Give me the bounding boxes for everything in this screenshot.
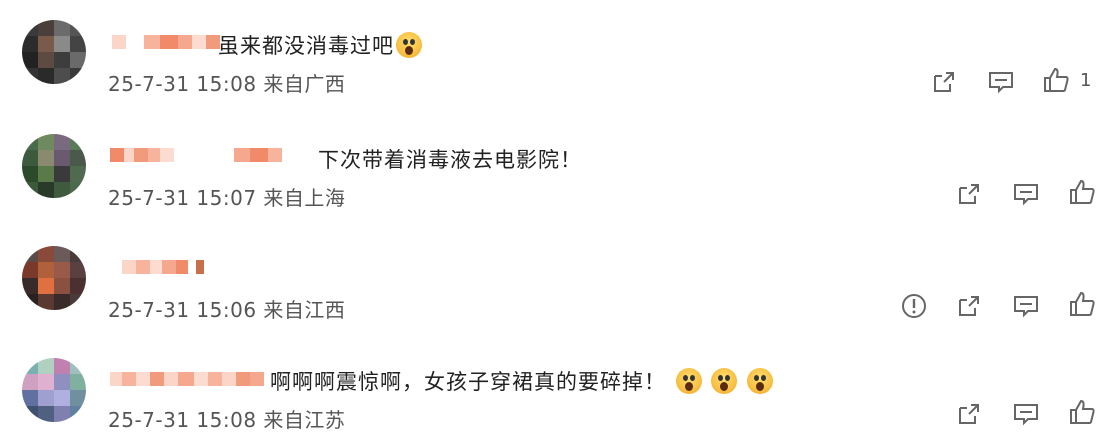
- thumbs-up-icon[interactable]: [1068, 290, 1096, 318]
- username[interactable]: [110, 148, 282, 162]
- comment-icon[interactable]: [1012, 400, 1040, 428]
- comment-text: 下次带着消毒液去电影院！: [318, 148, 582, 172]
- avatar[interactable]: [22, 134, 86, 198]
- username[interactable]: [110, 372, 264, 386]
- scared-emoji-icon: [396, 32, 422, 58]
- comment-meta: 25-7-31 15:08 来自广西: [108, 72, 346, 96]
- comment-text: 虽来都没消毒过吧: [218, 30, 422, 60]
- comment-icon[interactable]: [987, 68, 1015, 96]
- share-icon[interactable]: [930, 68, 958, 96]
- username[interactable]: [122, 260, 204, 274]
- report-icon[interactable]: [900, 292, 928, 320]
- comment-item: 下次带着消毒液去电影院！ 25-7-31 15:07 来自上海: [0, 112, 1118, 222]
- comment-meta: 25-7-31 15:06 来自江西: [108, 298, 346, 322]
- comment-item: 虽来都没消毒过吧 25-7-31 15:08 来自广西 1: [0, 0, 1118, 110]
- avatar[interactable]: [22, 358, 86, 422]
- comment-item: 25-7-31 15:06 来自江西: [0, 224, 1118, 334]
- comment-meta: 25-7-31 15:08 来自江苏: [108, 408, 346, 432]
- scared-emoji-icon: [675, 368, 702, 394]
- comment-meta: 25-7-31 15:07 来自上海: [108, 186, 346, 210]
- thumbs-up-icon[interactable]: [1042, 66, 1070, 94]
- thumbs-up-icon[interactable]: [1068, 178, 1096, 206]
- scared-emoji-icon: [747, 368, 774, 394]
- avatar[interactable]: [22, 246, 86, 310]
- share-icon[interactable]: [955, 400, 983, 428]
- comment-icon[interactable]: [1012, 180, 1040, 208]
- thumbs-up-icon[interactable]: [1068, 398, 1096, 426]
- comment-icon[interactable]: [1012, 292, 1040, 320]
- like-count: 1: [1080, 70, 1092, 91]
- share-icon[interactable]: [955, 180, 983, 208]
- comment-text: 啊啊啊震惊啊，女孩子穿裙真的要碎掉！: [270, 366, 774, 396]
- scared-emoji-icon: [711, 368, 738, 394]
- username[interactable]: [112, 35, 220, 49]
- avatar[interactable]: [22, 20, 86, 84]
- comment-item: 啊啊啊震惊啊，女孩子穿裙真的要碎掉！ 25-7-31 15:08 来自江苏: [0, 336, 1118, 446]
- share-icon[interactable]: [955, 292, 983, 320]
